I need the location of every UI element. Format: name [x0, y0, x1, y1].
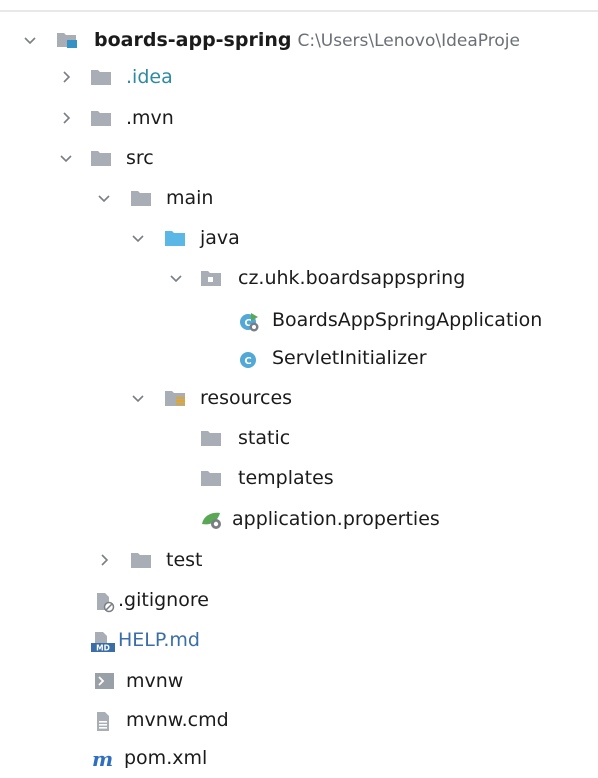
project-path: C:\Users\Lenovo\IdeaProje: [297, 31, 520, 51]
tree-node-servlet-class[interactable]: C ServletInitializer: [0, 338, 598, 378]
tree-node-test[interactable]: test: [0, 540, 598, 580]
ignored-file-icon: [94, 591, 115, 613]
tree-label: test: [166, 549, 203, 571]
tree-label: templates: [238, 467, 334, 489]
tree-node-app-properties[interactable]: application.properties: [0, 499, 598, 539]
package-icon: [200, 269, 221, 287]
chevron-down-icon[interactable]: [130, 230, 146, 246]
chevron-down-icon[interactable]: [96, 190, 112, 206]
chevron-down-icon[interactable]: [130, 390, 146, 406]
project-name: boards-app-spring: [94, 29, 292, 51]
tree-label: pom.xml: [124, 747, 208, 769]
resources-folder-icon: [164, 389, 185, 407]
tree-label: mvnw: [126, 670, 184, 692]
tree-label: ServletInitializer: [272, 347, 427, 369]
svg-text:m: m: [92, 749, 113, 769]
chevron-down-icon[interactable]: [168, 270, 184, 286]
tree-node-app-class[interactable]: C BoardsAppSpringApplication: [0, 300, 598, 340]
tree-label: .idea: [126, 66, 173, 88]
chevron-right-icon[interactable]: [58, 110, 74, 126]
svg-text:MD: MD: [96, 644, 110, 653]
folder-icon: [200, 469, 221, 487]
class-icon: C: [238, 349, 258, 368]
project-tree[interactable]: boards-app-spring C:\Users\Lenovo\IdeaPro…: [0, 0, 598, 772]
tree-label: main: [166, 187, 214, 209]
module-folder-icon: [56, 31, 77, 49]
tree-label: .mvn: [126, 107, 174, 129]
tree-label: cz.uhk.boardsappspring: [238, 267, 466, 289]
tree-label: application.properties: [232, 508, 440, 530]
tree-node-help-md[interactable]: MD HELP.md: [0, 620, 598, 660]
svg-text:C: C: [244, 356, 251, 367]
tree-label: static: [238, 427, 291, 449]
chevron-down-icon[interactable]: [22, 32, 38, 48]
tree-node-templates[interactable]: templates: [0, 458, 598, 498]
tree-node-gitignore[interactable]: .gitignore: [0, 580, 598, 620]
folder-icon: [90, 109, 111, 127]
chevron-right-icon[interactable]: [58, 69, 74, 85]
tree-node-project-root[interactable]: boards-app-spring C:\Users\Lenovo\IdeaPro…: [0, 20, 598, 60]
tree-label: src: [126, 147, 154, 169]
tree-node-mvn[interactable]: .mvn: [0, 98, 598, 138]
tree-node-pom[interactable]: m pom.xml: [0, 738, 598, 778]
folder-icon: [90, 149, 111, 167]
text-file-icon: [94, 711, 114, 731]
source-folder-icon: [164, 229, 185, 247]
tree-label: BoardsAppSpringApplication: [272, 309, 543, 331]
tree-node-package[interactable]: cz.uhk.boardsappspring: [0, 258, 598, 298]
folder-icon: [130, 551, 151, 569]
tree-label: mvnw.cmd: [126, 709, 229, 731]
shell-script-icon: [94, 672, 114, 690]
tree-node-src[interactable]: src: [0, 138, 598, 178]
tree-node-mvnw-cmd[interactable]: mvnw.cmd: [0, 700, 598, 740]
tree-label: .gitignore: [118, 589, 209, 611]
folder-icon: [130, 189, 151, 207]
tree-node-mvnw[interactable]: mvnw: [0, 661, 598, 701]
folder-icon: [200, 429, 221, 447]
tree-node-java[interactable]: java: [0, 218, 598, 258]
tree-label: java: [200, 227, 240, 249]
folder-icon: [90, 68, 111, 86]
chevron-down-icon[interactable]: [58, 150, 74, 166]
markdown-file-icon: MD: [90, 631, 115, 653]
tree-node-main[interactable]: main: [0, 178, 598, 218]
tree-node-idea[interactable]: .idea: [0, 57, 598, 97]
tree-node-static[interactable]: static: [0, 418, 598, 458]
spring-boot-run-class-icon: C: [238, 311, 259, 332]
spring-config-icon: [200, 510, 221, 529]
tree-node-resources[interactable]: resources: [0, 378, 598, 418]
tree-label: resources: [200, 387, 293, 409]
chevron-right-icon[interactable]: [96, 552, 112, 568]
tree-label: HELP.md: [118, 629, 200, 651]
maven-icon: m: [92, 749, 113, 769]
